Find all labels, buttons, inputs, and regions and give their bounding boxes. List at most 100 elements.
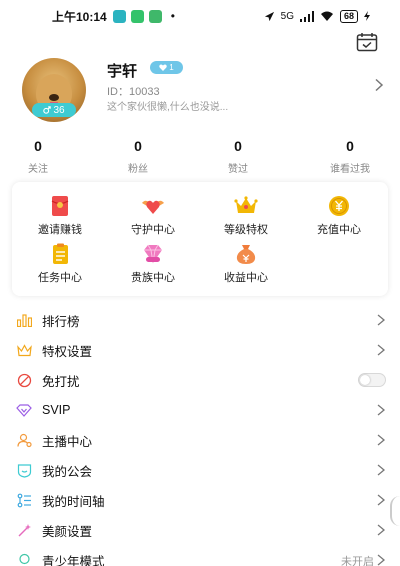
menu-item-label: 免打扰 — [42, 374, 80, 389]
menu-item-label: 排行榜 — [42, 314, 80, 329]
status-right: 5G 68 — [264, 9, 370, 23]
red-envelope-icon — [51, 196, 69, 216]
menu-item-beauty-settings[interactable]: 美颜设置 — [0, 515, 400, 545]
menu-item-ranking[interactable]: 排行榜 — [0, 305, 400, 335]
status-dot: • — [170, 9, 175, 23]
stat-label: 谁看过我 — [330, 164, 370, 175]
menu-item-svip[interactable]: SVIP — [0, 395, 400, 425]
grid-item-label: 邀请赚钱 — [38, 224, 82, 236]
chevron-right-icon — [377, 524, 386, 536]
no-disturb-icon — [16, 372, 32, 388]
avatar-dog-nose — [49, 94, 59, 101]
app-notification-icon — [148, 9, 162, 23]
stat-label: 关注 — [28, 164, 48, 175]
timeline-icon — [16, 492, 32, 508]
stats-row: 0 关注 0 粉丝 0 赞过 0 谁看过我 — [0, 138, 400, 175]
stat-value: 0 — [234, 138, 242, 154]
chevron-right-icon — [377, 314, 386, 326]
settings-menu: 排行榜 特权设置 免打扰 SVIP 主播中心 我的公会 我的时间轴 美颜设置 青… — [0, 305, 400, 566]
svip-icon — [16, 402, 32, 418]
status-bar: 上午10:14 • 5G 68 — [0, 0, 400, 32]
chevron-right-icon — [377, 404, 386, 416]
grid-item-level[interactable]: 等级特权 — [201, 194, 291, 237]
menu-item-do-not-disturb[interactable]: 免打扰 — [0, 365, 400, 395]
chevron-right-icon — [377, 434, 386, 446]
anchor-person-icon — [16, 432, 32, 448]
app-notification-icon — [130, 9, 144, 23]
grid-item-label: 贵族中心 — [131, 272, 175, 284]
grid-item-label: 守护中心 — [131, 224, 175, 236]
app-notification-icon — [112, 9, 126, 23]
grid-item-label: 收益中心 — [224, 272, 268, 284]
menu-item-teen-mode[interactable]: 青少年模式 未开启 — [0, 545, 400, 566]
signal-icon — [299, 10, 314, 22]
location-icon — [264, 11, 274, 21]
male-gender-icon — [43, 106, 52, 114]
menu-item-label: 青少年模式 — [42, 554, 105, 566]
avatar-level-badge: 36 — [32, 103, 76, 117]
chevron-right-icon — [377, 554, 386, 566]
menu-item-label: 特权设置 — [42, 344, 93, 359]
menu-item-label: SVIP — [42, 403, 71, 417]
avatar-level-text: 36 — [53, 104, 65, 116]
menu-item-label: 我的时间轴 — [42, 494, 105, 509]
chevron-right-icon — [377, 494, 386, 506]
task-clipboard-icon — [53, 243, 68, 264]
profile-page: 上午10:14 • 5G 68 36 宇轩 1 ID：10033 这个家伙很懒,… — [0, 0, 400, 566]
stat-following[interactable]: 0 关注 — [0, 138, 88, 175]
grid-item-guard[interactable]: 守护中心 — [108, 194, 198, 237]
menu-item-anchor-center[interactable]: 主播中心 — [0, 425, 400, 455]
beauty-wand-icon — [16, 522, 32, 538]
signal-label: 5G — [280, 10, 294, 22]
teen-mode-status: 未开启 — [341, 556, 374, 566]
status-time: 上午10:14 — [52, 9, 107, 24]
grid-item-recharge[interactable]: 充值中心 — [294, 194, 384, 237]
grid-item-task[interactable]: 任务中心 — [15, 242, 105, 285]
stat-liked[interactable]: 0 赞过 — [188, 138, 288, 175]
chevron-right-icon — [377, 464, 386, 476]
stat-value: 0 — [134, 138, 142, 154]
menu-item-label: 美颜设置 — [42, 524, 93, 539]
winged-heart-icon — [142, 200, 164, 214]
grid-item-label: 等级特权 — [224, 224, 268, 236]
profile-chevron-right-icon[interactable] — [372, 78, 386, 92]
vip-level-badge: 1 — [150, 61, 183, 74]
toggle-knob — [360, 375, 370, 385]
vip-level-text: 1 — [169, 63, 174, 72]
stat-label: 粉丝 — [128, 164, 148, 175]
menu-item-label: 我的公会 — [42, 464, 93, 479]
grid-item-label: 充值中心 — [317, 224, 361, 236]
profile-signature: 这个家伙很懒,什么也没说... — [107, 102, 229, 113]
do-not-disturb-toggle[interactable] — [358, 373, 386, 387]
crown-icon — [234, 196, 258, 213]
grid-item-earnings[interactable]: 收益中心 — [201, 242, 291, 285]
calendar-checkin-icon[interactable] — [356, 32, 378, 52]
chevron-right-icon — [377, 344, 386, 356]
teen-mode-icon — [16, 552, 32, 566]
stat-fans[interactable]: 0 粉丝 — [88, 138, 188, 175]
charging-icon — [364, 11, 370, 21]
grid-item-invite[interactable]: 邀请赚钱 — [15, 194, 105, 237]
heart-icon — [159, 64, 168, 71]
grid-item-label: 任务中心 — [38, 272, 82, 284]
grid-item-noble[interactable]: 贵族中心 — [108, 242, 198, 285]
stat-value: 0 — [346, 138, 354, 154]
profile-id: ID：10033 — [107, 86, 160, 98]
screen-edge-handle — [390, 496, 400, 526]
stat-value: 0 — [34, 138, 42, 154]
stat-visitors[interactable]: 0 谁看过我 — [300, 138, 400, 175]
money-bag-icon — [236, 245, 256, 264]
menu-item-timeline[interactable]: 我的时间轴 — [0, 485, 400, 515]
bar-chart-icon — [16, 312, 32, 328]
battery-indicator: 68 — [339, 9, 358, 23]
menu-item-label: 主播中心 — [42, 434, 93, 449]
feature-grid-card: 邀请赚钱 守护中心 等级特权 充值中心 任务中心 贵族中心 收益中心 — [12, 182, 388, 296]
profile-name: 宇轩 — [107, 63, 138, 80]
stat-label: 赞过 — [228, 164, 248, 175]
menu-item-privilege-settings[interactable]: 特权设置 — [0, 335, 400, 365]
guild-shield-icon — [16, 462, 32, 478]
vip-diamond-icon — [144, 244, 162, 264]
crown-outline-icon — [16, 342, 32, 358]
menu-item-my-guild[interactable]: 我的公会 — [0, 455, 400, 485]
wifi-icon — [320, 11, 333, 21]
